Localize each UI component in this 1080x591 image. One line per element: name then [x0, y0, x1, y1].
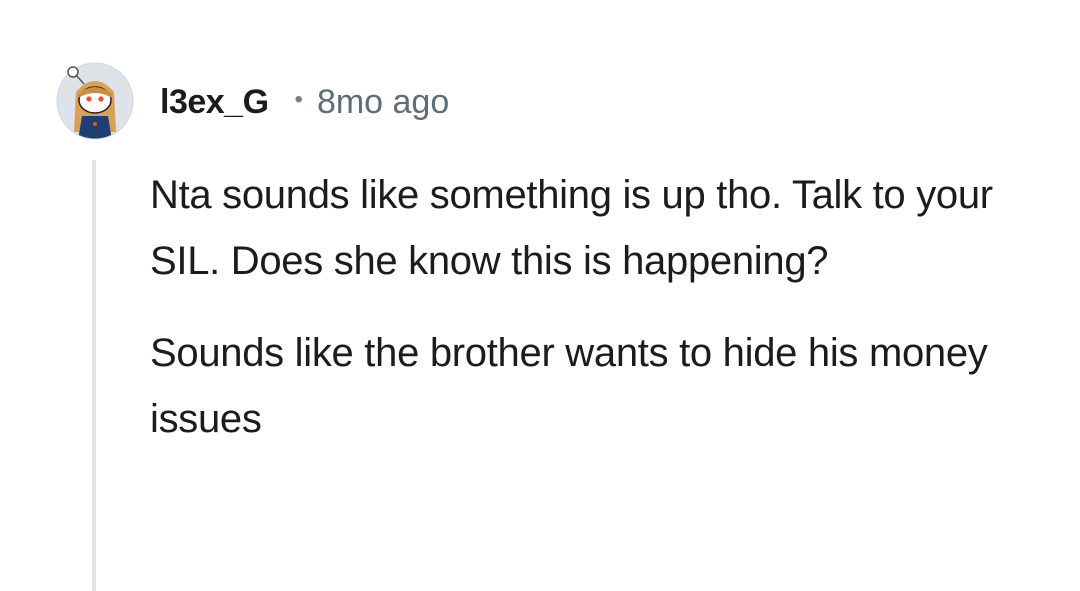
- thread-line[interactable]: [92, 160, 96, 591]
- comment-body: Nta sounds like something is up tho. Tal…: [150, 162, 1030, 478]
- meta-separator: •: [294, 86, 303, 113]
- username-link[interactable]: l3ex_G: [160, 83, 269, 122]
- comment-timestamp[interactable]: 8mo ago: [317, 83, 449, 122]
- comment-paragraph: Nta sounds like something is up tho. Tal…: [150, 173, 993, 283]
- comment-header: l3ex_G • 8mo ago: [160, 78, 449, 126]
- avatar-icon[interactable]: [56, 62, 134, 140]
- comment: l3ex_G • 8mo ago Nta sounds like somethi…: [0, 0, 1080, 591]
- comment-paragraph: Sounds like the brother wants to hide hi…: [150, 331, 988, 441]
